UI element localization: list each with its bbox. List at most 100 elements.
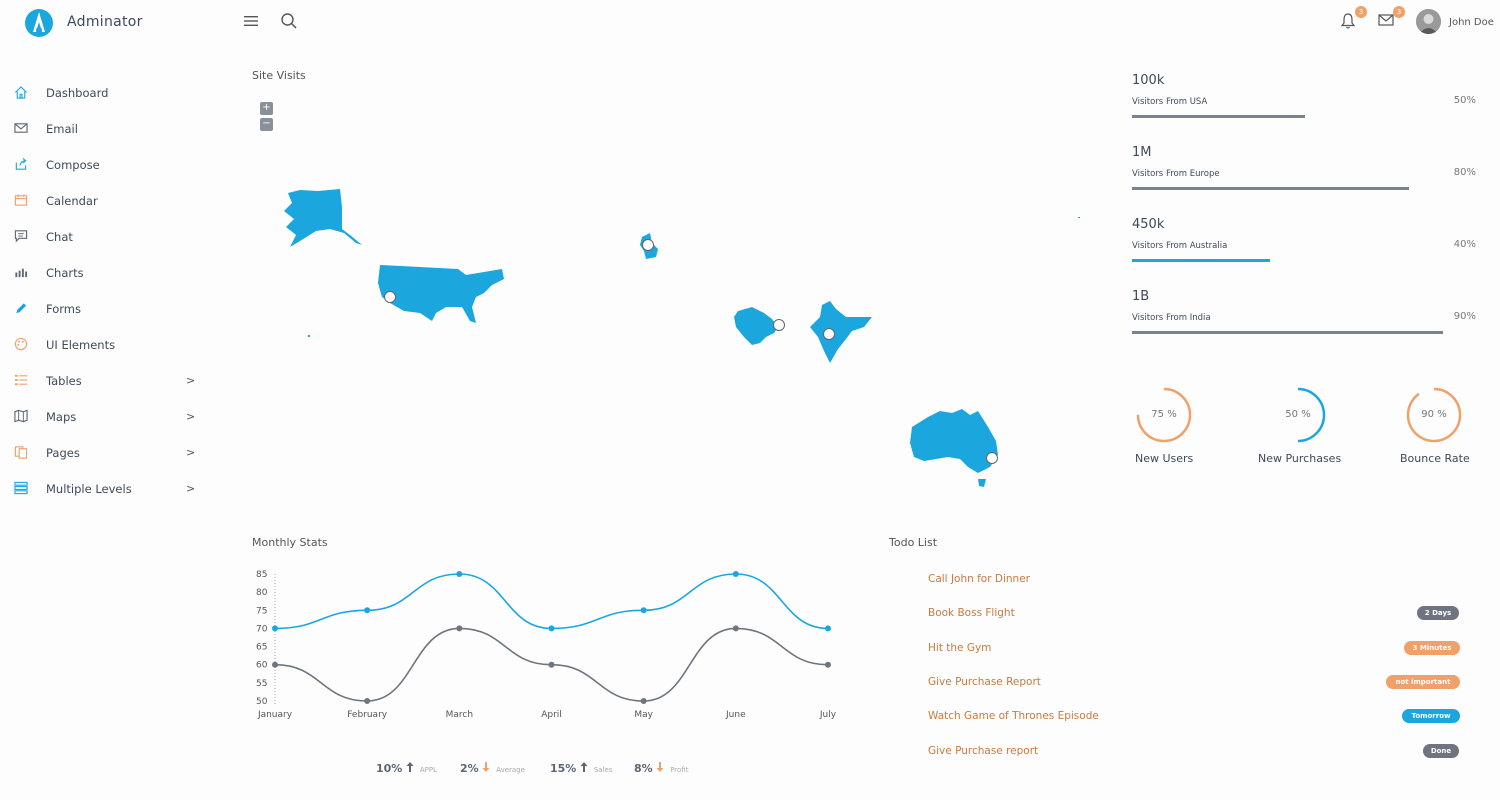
sidebar-item-dashboard[interactable]: Dashboard <box>0 75 205 105</box>
monthly-stats-chart: 85 80 75 70 65 60 55 50 January February March Apri… <box>256 570 837 720</box>
todo-item[interactable]: Give Purchase report <box>928 745 1038 757</box>
summary-value: 10% <box>376 762 403 775</box>
ring-value: 75 % <box>1151 409 1177 420</box>
y-tick-label: 80 <box>256 588 268 598</box>
todo-item[interactable]: Hit the Gym <box>928 642 991 654</box>
summary-value: 15% <box>550 762 577 775</box>
map-zoom-out-button[interactable]: − <box>260 118 273 131</box>
visitor-stat-label: Visitors From India <box>1132 313 1211 323</box>
sidebar-item-pages[interactable]: Pages > <box>0 435 205 465</box>
sidebar-item-charts[interactable]: Charts <box>0 255 205 285</box>
summary-arrow <box>406 762 414 775</box>
visitor-stat-percent: 90% <box>1453 311 1476 322</box>
sidebar-item-label: Charts <box>46 266 84 280</box>
summary-stat: 10% APPL <box>376 762 437 775</box>
share-icon <box>13 156 29 170</box>
sidebar-item-multiple-levels[interactable]: Multiple Levels > <box>0 471 205 501</box>
summary-stat: 2% Average <box>460 762 525 775</box>
sidebar-item-label: Pages <box>46 446 80 460</box>
visitor-stat-label: Visitors From Europe <box>1132 169 1220 179</box>
world-map[interactable] <box>250 140 1100 540</box>
pencil-icon <box>13 300 29 314</box>
todo-item[interactable]: Watch Game of Thrones Episode <box>928 710 1099 722</box>
visitor-stat-percent: 40% <box>1453 239 1476 250</box>
sidebar-item-forms[interactable]: Forms <box>0 291 205 321</box>
visitor-stat-percent: 80% <box>1453 167 1476 178</box>
sidebar-item-compose[interactable]: Compose <box>0 147 205 177</box>
ring-label: New Users <box>1135 452 1194 465</box>
sidebar-item-label: Dashboard <box>46 86 109 100</box>
series-0-point <box>548 625 555 632</box>
adminator-logo[interactable] <box>24 8 54 38</box>
sidebar-item-label: Tables <box>46 374 82 388</box>
x-tick-label: June <box>725 710 746 720</box>
visitor-stat-percent: 50% <box>1453 95 1476 106</box>
sidebar-item-ui-elements[interactable]: UI Elements <box>0 327 205 357</box>
sidebar-item-label: Forms <box>46 302 81 316</box>
sidebar-item-tables[interactable]: Tables > <box>0 363 205 393</box>
series-0-point <box>825 625 831 632</box>
series-1-point <box>456 625 463 632</box>
visitor-stat-value: 100k <box>1132 73 1165 88</box>
y-tick-label: 85 <box>256 570 267 580</box>
ring-value: 90 % <box>1421 409 1447 420</box>
summary-arrow <box>482 762 490 775</box>
todo-item[interactable]: Call John for Dinner <box>928 573 1030 585</box>
visitor-stat: 1B Visitors From India 90% <box>1132 289 1478 349</box>
home-icon <box>13 84 29 99</box>
map-zoom-in-button[interactable]: + <box>260 102 273 115</box>
avatar <box>1416 9 1441 34</box>
calendar-icon <box>13 192 29 206</box>
sidebar-item-label: Compose <box>46 158 100 172</box>
y-tick-label: 70 <box>256 624 268 634</box>
sidebar-item-maps[interactable]: Maps > <box>0 399 205 429</box>
monthly-stats-title: Monthly Stats <box>252 536 328 549</box>
envelope-icon <box>1378 14 1394 26</box>
search-icon[interactable] <box>280 12 298 30</box>
visitor-stat-label: Visitors From USA <box>1132 97 1208 107</box>
arrow-down-icon <box>656 762 664 772</box>
hamburger-menu-icon[interactable] <box>243 13 259 29</box>
map-icon <box>13 408 29 423</box>
sidebar-item-email[interactable]: Email <box>0 111 205 141</box>
x-tick-label: April <box>541 710 562 720</box>
todo-item[interactable]: Give Purchase Report <box>928 676 1041 688</box>
sidebar-item-calendar[interactable]: Calendar <box>0 183 205 213</box>
series-0-point <box>640 607 647 614</box>
sidebar-item-chat[interactable]: Chat <box>0 219 205 249</box>
summary-stat: 15% Sales <box>550 762 612 775</box>
chat-icon <box>13 228 29 243</box>
summary-label: Average <box>496 766 525 774</box>
series-line-0 <box>274 573 829 630</box>
visitor-stat-value: 1B <box>1132 289 1150 304</box>
visitor-stat: 450k Visitors From Australia 40% <box>1132 217 1478 277</box>
map-marker-india <box>823 328 835 340</box>
todo-badge: Tomorrow <box>1402 709 1460 723</box>
ring-label: Bounce Rate <box>1400 452 1470 465</box>
map-region-usa <box>378 265 504 323</box>
notifications-button[interactable]: 3 <box>1340 6 1367 32</box>
top-header: Adminator 3 3 John Doe <box>0 0 1500 46</box>
palette-icon <box>13 336 29 351</box>
series-1-point <box>364 698 371 704</box>
ring-label: New Purchases <box>1258 452 1342 465</box>
todo-item[interactable]: Book Boss Flight <box>928 607 1015 619</box>
sidebar-item-label: Email <box>46 122 78 136</box>
summary-label: APPL <box>419 766 437 774</box>
ring-value: 50 % <box>1285 409 1311 420</box>
map-region-saudi-arabia <box>734 307 778 345</box>
summary-arrow <box>580 762 588 775</box>
summary-value: 8% <box>634 762 653 775</box>
layers-icon <box>13 480 29 495</box>
summary-label: Sales <box>593 766 613 774</box>
series-1-point <box>272 661 278 668</box>
sidebar-item-label: Maps <box>46 410 77 424</box>
visitor-stat-progress-bar <box>1132 187 1409 190</box>
x-tick-label: July <box>819 710 837 720</box>
todo-badge: 2 Days <box>1417 606 1459 620</box>
map-region-india <box>810 301 872 363</box>
messages-button[interactable]: 3 <box>1378 6 1405 32</box>
todo-badge: 3 Minutes <box>1404 641 1460 655</box>
arrow-up-icon <box>406 762 414 772</box>
map-marker-saudi-arabia <box>773 319 785 331</box>
